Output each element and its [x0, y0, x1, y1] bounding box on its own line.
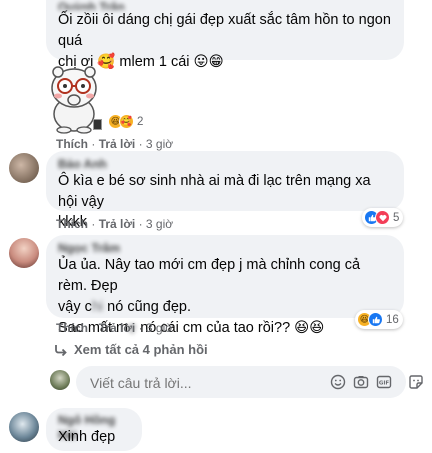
- reply-arrow-icon: [55, 344, 67, 356]
- comment-time[interactable]: 3 giờ: [146, 217, 173, 231]
- love-reaction-icon: [375, 210, 390, 225]
- view-replies-label: Xem tất cả 4 phản hồi: [74, 342, 208, 357]
- comment-text-line: vậy chi nó cũng đẹp.: [58, 297, 392, 318]
- like-link[interactable]: Thích: [56, 217, 88, 231]
- comment-text-line: Ô kìa e bé sơ sinh nhà ai mà đi lạc trên…: [58, 173, 371, 210]
- gif-icon[interactable]: GIF: [376, 374, 392, 395]
- comment-actions: Thích · Trả lời · 3 giờ: [56, 321, 174, 335]
- love-face-reaction-icon: 🥰: [119, 114, 134, 129]
- comment-author[interactable]: Quỳnh Trân: [58, 0, 392, 10]
- comment-text-fragment: vậy c: [58, 299, 92, 315]
- emoji-icon[interactable]: [330, 374, 346, 395]
- avatar[interactable]: [9, 153, 39, 183]
- comment-author[interactable]: Bảo Anh: [58, 157, 392, 171]
- reply-link[interactable]: Trả lời: [99, 137, 136, 151]
- reaction-summary[interactable]: 5: [362, 208, 404, 227]
- like-link[interactable]: Thích: [56, 321, 88, 335]
- reaction-summary[interactable]: 😆 🥰 2: [106, 112, 147, 131]
- avatar[interactable]: [9, 238, 39, 268]
- sticker-small-icon: [93, 119, 102, 130]
- like-reaction-icon: [368, 312, 383, 327]
- comment-actions: Thích · Trả lời · 3 giờ: [56, 217, 174, 231]
- svg-text:GIF: GIF: [379, 381, 390, 387]
- comment-time[interactable]: 3 giờ: [146, 321, 173, 335]
- comment-text-fragment: nó cũng đẹp.: [103, 299, 192, 315]
- reply-link[interactable]: Trả lời: [99, 217, 136, 231]
- avatar: [50, 370, 70, 390]
- avatar[interactable]: [9, 412, 39, 442]
- comment-text-line: Ối zồii ôi dáng chị gái đẹp xuất sắc tâm…: [58, 12, 391, 49]
- comment-time[interactable]: 3 giờ: [146, 137, 173, 151]
- reaction-count: 5: [393, 211, 400, 224]
- camera-icon[interactable]: [353, 374, 369, 395]
- comment-author[interactable]: Ngô Hồng Hải: [58, 413, 130, 442]
- reaction-summary[interactable]: 😆 16: [355, 310, 403, 329]
- comment-bubble: Bảo Anh Ô kìa e bé sơ sinh nhà ai mà đi …: [46, 151, 404, 230]
- like-link[interactable]: Thích: [56, 137, 88, 151]
- reply-link[interactable]: Trả lời: [99, 321, 136, 335]
- comment-text-line: Ủa ủa. Nây tao mới cm đẹp j mà chỉnh con…: [58, 257, 361, 294]
- reply-input-container[interactable]: GIF: [76, 366, 406, 400]
- sticker-icon[interactable]: [408, 374, 424, 395]
- comment-actions: Thích · Trả lời · 3 giờ: [56, 137, 174, 151]
- reaction-count: 16: [386, 313, 399, 326]
- comment-text-line: chị ơi 🥰 mlem 1 cái 😛😁: [58, 54, 224, 70]
- comment-bubble: Ngọc Trâm Ủa ủa. Nây tao mới cm đẹp j mà…: [46, 235, 404, 336]
- comment-bubble: Ngô Hồng Hải Xinh đẹp: [46, 408, 142, 451]
- reaction-count: 2: [137, 115, 144, 128]
- comment-bubble: Quỳnh Trân Ối zồii ôi dáng chị gái đẹp x…: [46, 0, 404, 70]
- comment-author[interactable]: Ngọc Trâm: [58, 241, 392, 255]
- blurred-text: hi: [91, 299, 104, 315]
- reply-input[interactable]: [88, 366, 292, 400]
- view-replies-link[interactable]: Xem tất cả 4 phản hồi: [54, 342, 208, 357]
